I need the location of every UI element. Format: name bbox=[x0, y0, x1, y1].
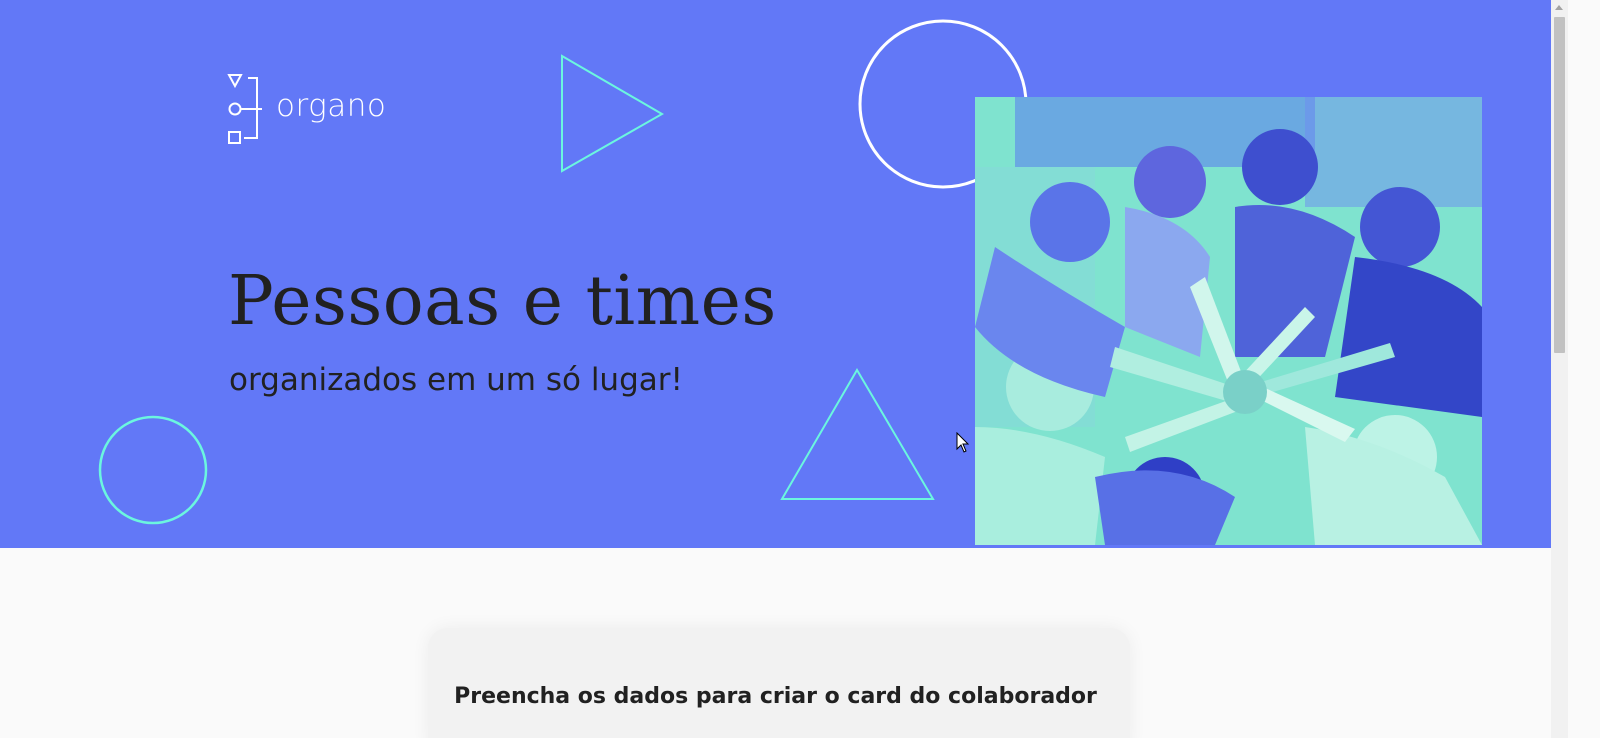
triangle-right-decoration bbox=[561, 54, 665, 173]
team-photo-illustration bbox=[975, 97, 1482, 545]
mouse-cursor-icon bbox=[956, 432, 970, 453]
triangle-up-decoration bbox=[780, 368, 935, 500]
team-photo bbox=[975, 97, 1482, 545]
hero-title: Pessoas e times bbox=[228, 262, 777, 341]
banner: organo Pessoas e times organizados em um… bbox=[0, 0, 1551, 548]
scrollbar-thumb[interactable] bbox=[1554, 17, 1565, 353]
hero-subtitle: organizados em um só lugar! bbox=[229, 362, 683, 398]
logo-icon bbox=[227, 74, 262, 144]
logo-text: organo bbox=[276, 88, 387, 124]
page-scrollbar[interactable] bbox=[1551, 0, 1568, 738]
scroll-up-arrow-icon[interactable] bbox=[1555, 5, 1563, 10]
circle-cyan-decoration bbox=[98, 415, 208, 525]
form-heading: Preencha os dados para criar o card do c… bbox=[454, 684, 1097, 709]
logo[interactable]: organo bbox=[226, 72, 386, 146]
collaborator-form-card bbox=[428, 628, 1130, 738]
